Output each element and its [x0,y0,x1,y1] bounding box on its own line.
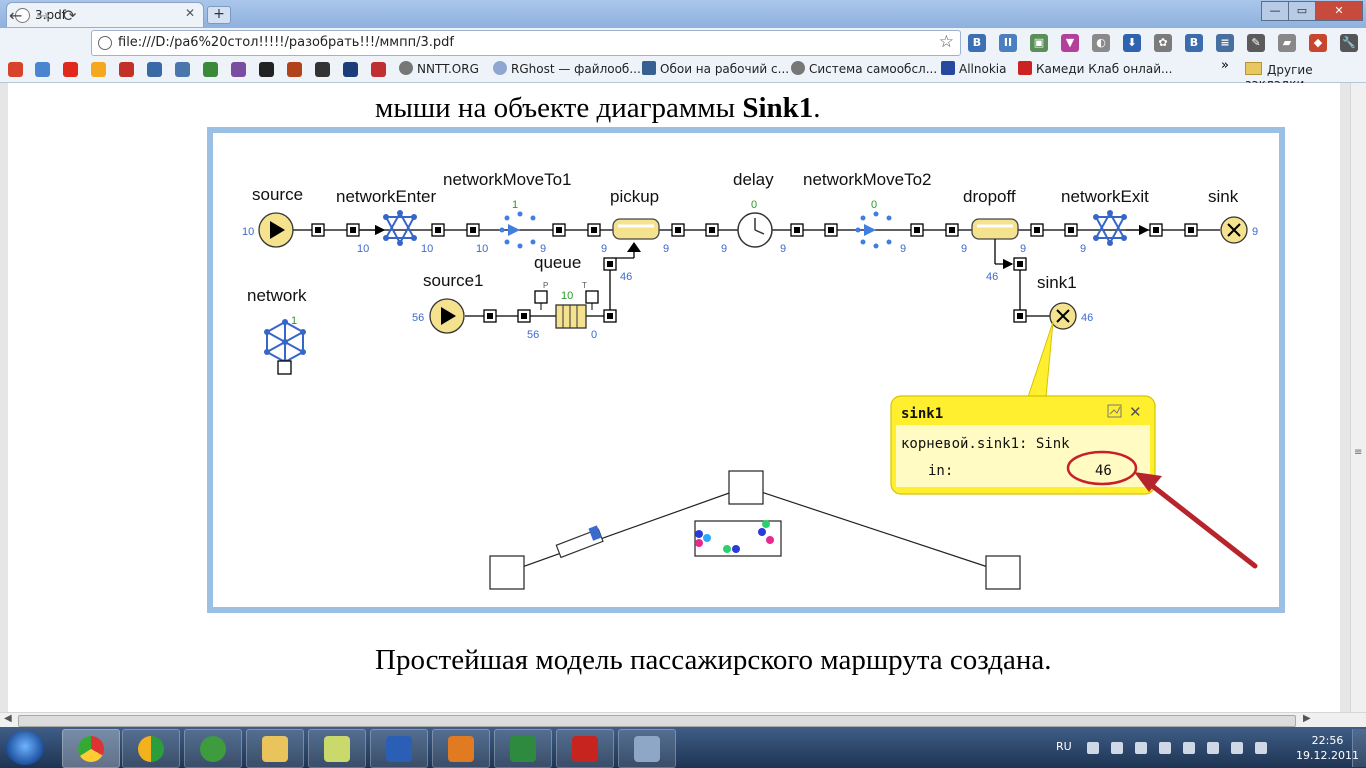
show-desktop-button[interactable] [1352,729,1366,767]
tray-app-icon[interactable] [1135,742,1147,754]
network-exit-block [1094,210,1126,246]
inspect-field-label: in: [928,463,953,479]
red-arrow-annotation [1134,472,1258,569]
folder-icon [262,736,288,762]
clock-date: 19.12.2011 [1296,749,1359,762]
acrobat-icon [572,736,598,762]
tray-app2-icon[interactable] [1159,742,1171,754]
app-icon [138,736,164,762]
download-icon [200,736,226,762]
label-network-exit: networkExit [1061,187,1149,206]
label-network-move-to2: networkMoveTo2 [803,170,932,189]
calculator-icon [634,736,660,762]
inspect-field-value: 46 [1095,463,1112,479]
pickup-bus-icon [612,218,660,240]
notes-icon [324,736,350,762]
count-source-out: 10 [242,226,254,238]
taskbar-acrobat[interactable] [556,729,614,768]
horizontal-scroll-thumb[interactable] [18,715,1296,727]
queue-block [555,304,587,329]
action-center-flag-icon[interactable] [1111,742,1123,754]
close-inspect-icon[interactable]: ✕ [1129,403,1142,421]
scroll-right-arrow-icon[interactable]: ▶ [1303,713,1311,724]
label-source1: source1 [423,271,483,290]
inspect-line1: корневой.sink1: Sink [901,436,1070,452]
tray-app4-icon[interactable] [1207,742,1219,754]
count-delay-in: 9 [721,243,727,255]
count-pickup-in: 9 [601,243,607,255]
label-queue: queue [534,253,581,272]
count-delay-active: 0 [751,199,757,211]
taskbar-clock[interactable]: 22:56 19.12.2011 [1296,733,1359,763]
network-enter-block [384,210,416,246]
tray-app3-icon[interactable] [1183,742,1195,754]
taskbar-download[interactable] [184,729,242,768]
count-dropoff-side: 46 [986,271,998,283]
queue-p-label: P [543,281,548,290]
chrome-icon [78,736,104,762]
media-player-icon [448,736,474,762]
inspect-title: sink1 [901,406,943,422]
excel-icon [510,736,536,762]
count-delay-out: 9 [780,243,786,255]
label-network: network [247,286,307,305]
count-move2-out: 9 [900,243,906,255]
label-delay: delay [733,170,774,189]
count-source1-out: 56 [412,312,424,324]
count-dropoff-in: 9 [961,243,967,255]
label-source: source [252,185,303,204]
label-network-move-to1: networkMoveTo1 [443,170,572,189]
count-exit-out: 9 [1080,243,1086,255]
taskbar-excel[interactable] [494,729,552,768]
start-button[interactable] [6,731,44,765]
scroll-grip-icon[interactable]: ≡ [1354,447,1362,458]
inspect-window[interactable]: sink1 ✕ корневой.sink1: Sink in: 46 [890,321,1156,495]
clock-time: 22:56 [1311,734,1344,747]
taskbar-chrome[interactable] [62,729,120,768]
count-sink1-in: 46 [1081,312,1093,324]
count-queue-out: 0 [591,329,597,341]
scroll-left-arrow-icon[interactable]: ◀ [4,713,12,724]
taskbar-app2[interactable] [122,729,180,768]
label-dropoff: dropoff [963,187,1016,206]
count-dropoff-out: 9 [1020,243,1026,255]
word-icon [386,736,412,762]
count-move2-active: 0 [871,199,877,211]
taskbar-word[interactable] [370,729,428,768]
count-queue-in: 56 [527,329,539,341]
taskbar-calculator[interactable] [618,729,676,768]
count-move1-active: 1 [512,199,518,211]
label-sink: sink [1208,187,1239,206]
vertical-scrollbar[interactable]: ≡ [1350,83,1366,712]
queue-t-label: T [582,281,587,290]
dropoff-bus-icon [971,218,1019,240]
document-caption: Простейшая модель пассажирского маршрута… [375,644,1052,676]
taskbar-notes[interactable] [308,729,366,768]
label-sink1: sink1 [1037,273,1077,292]
count-pickup-side: 46 [620,271,632,283]
count-pickup-out: 9 [663,243,669,255]
label-pickup: pickup [610,187,659,206]
bus-on-road-icon [555,525,604,559]
volume-icon[interactable] [1255,742,1267,754]
network-signal-icon[interactable] [1231,742,1243,754]
horizontal-scrollbar[interactable]: ◀ ▶ [0,712,1366,728]
tray-arrow-icon[interactable] [1087,742,1099,754]
count-queue-size: 10 [561,290,573,302]
taskbar-media[interactable] [432,729,490,768]
count-move1-in: 10 [476,243,488,255]
count-sink-in: 9 [1252,226,1258,238]
count-enter-in: 10 [357,243,369,255]
language-indicator[interactable]: RU [1056,740,1072,753]
taskbar-explorer[interactable] [246,729,304,768]
count-enter-out: 10 [421,243,433,255]
label-network-enter: networkEnter [336,187,436,206]
